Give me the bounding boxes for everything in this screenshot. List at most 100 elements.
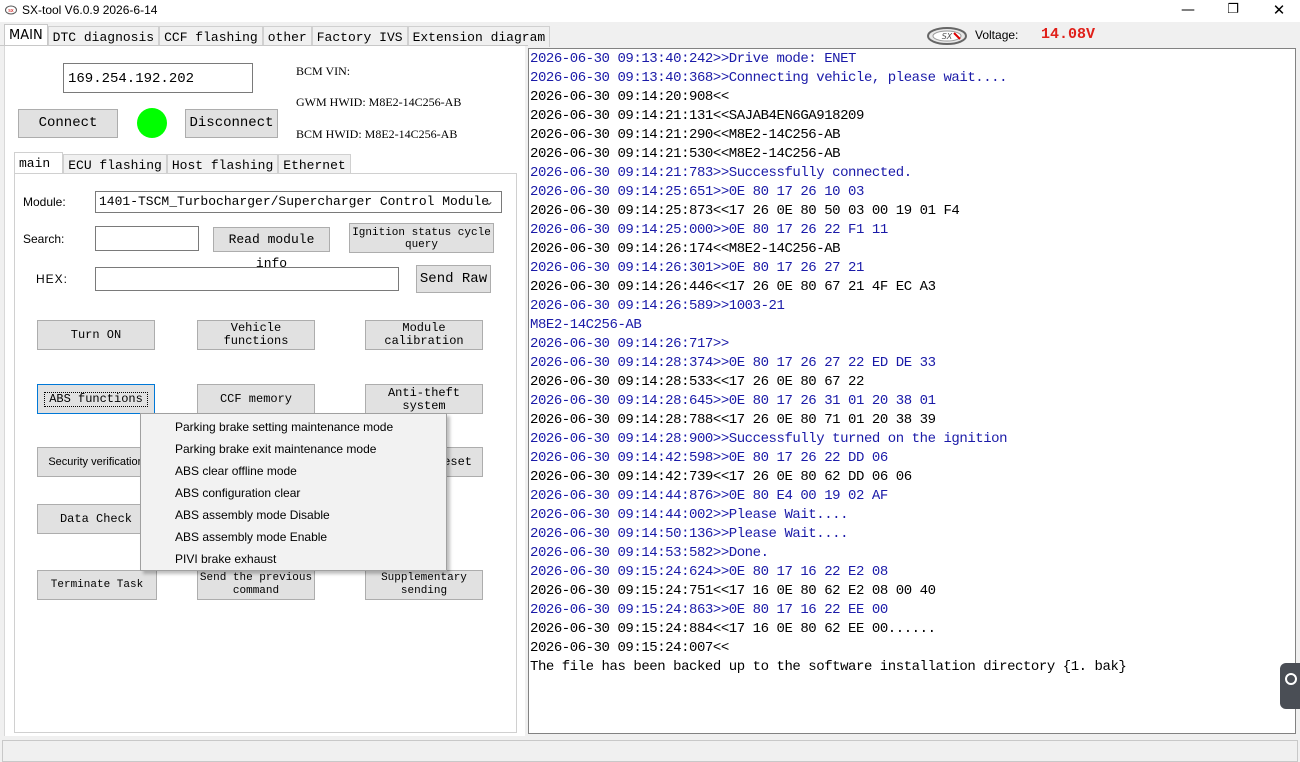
main-tab-strip: MAIN DTC diagnosis CCF flashing other Fa… (4, 24, 551, 47)
log-line: 2026-06-30 09:14:25:000>>0E 80 17 26 22 … (530, 222, 888, 238)
abs-functions-button[interactable]: ABS functions (37, 384, 155, 414)
chevron-down-icon[interactable]: ⌄ (484, 194, 494, 208)
log-line: 2026-06-30 09:14:50:136>>Please Wait.... (530, 526, 849, 542)
send-raw-button[interactable]: Send Raw (416, 265, 491, 293)
connection-status-indicator (137, 108, 167, 138)
log-line: 2026-06-30 09:15:24:624>>0E 80 17 16 22 … (530, 564, 888, 580)
log-line: 2026-06-30 09:14:21:530<<M8E2-14C256-AB (530, 146, 841, 162)
anti-theft-system-button[interactable]: Anti-theft system (365, 384, 483, 414)
log-line: 2026-06-30 09:14:26:589>>1003-21 (530, 298, 785, 314)
tab-extension-diagram[interactable]: Extension diagram (407, 26, 551, 47)
log-line: 2026-06-30 09:14:42:739<<17 26 0E 80 62 … (530, 469, 912, 485)
brand-logo: SX (927, 27, 967, 45)
inner-tab-ecu-flashing[interactable]: ECU flashing (63, 154, 167, 175)
turn-on-button[interactable]: Turn ON (37, 320, 155, 350)
module-calibration-button[interactable]: Module calibration (365, 320, 483, 350)
close-button[interactable]: ✕ (1256, 0, 1300, 22)
log-line: 2026-06-30 09:15:24:863>>0E 80 17 16 22 … (530, 602, 888, 618)
menu-item-abs-clear-offline[interactable]: ABS clear offline mode (141, 460, 446, 482)
log-line: 2026-06-30 09:15:24:884<<17 16 0E 80 62 … (530, 621, 936, 637)
menu-item-abs-assembly-disable[interactable]: ABS assembly mode Disable (141, 504, 446, 526)
window-title: SX-tool V6.0.9 2026-6-14 (22, 3, 158, 17)
close-icon: ✕ (1272, 1, 1286, 19)
menu-item-abs-assembly-enable[interactable]: ABS assembly mode Enable (141, 526, 446, 548)
log-line: 2026-06-30 09:14:25:873<<17 26 0E 80 50 … (530, 203, 960, 219)
disconnect-button[interactable]: Disconnect (185, 109, 278, 138)
search-input[interactable] (95, 226, 199, 251)
log-line: 2026-06-30 09:14:20:908<< (530, 89, 729, 105)
maximize-icon: ❐ (1227, 2, 1239, 17)
minimize-button[interactable]: — (1165, 0, 1211, 22)
search-label: Search: (23, 232, 65, 246)
ccf-memory-button[interactable]: CCF memory (197, 384, 315, 414)
inner-tab-host-flashing[interactable]: Host flashing (166, 154, 279, 175)
side-panel-handle[interactable] (1280, 663, 1300, 709)
log-line: 2026-06-30 09:14:21:131<<SAJAB4EN6GA9182… (530, 108, 864, 124)
tab-dtc-diagnosis[interactable]: DTC diagnosis (47, 26, 160, 47)
ignition-status-query-button[interactable]: Ignition status cycle query (349, 223, 494, 253)
inner-tab-main[interactable]: main (14, 152, 64, 175)
menu-item-abs-config-clear[interactable]: ABS configuration clear (141, 482, 446, 504)
log-line: 2026-06-30 09:14:26:174<<M8E2-14C256-AB (530, 241, 841, 257)
log-list: 2026-06-30 09:13:40:242>>Drive mode: ENE… (530, 50, 1127, 677)
log-line: 2026-06-30 09:13:40:242>>Drive mode: ENE… (530, 51, 857, 67)
security-verification-button[interactable]: Security verification (37, 447, 155, 477)
log-line: 2026-06-30 09:14:44:002>>Please Wait.... (530, 507, 849, 523)
voltage-label: Voltage: (975, 28, 1019, 42)
terminate-task-button[interactable]: Terminate Task (37, 570, 157, 600)
connect-button[interactable]: Connect (18, 109, 118, 138)
log-line: 2026-06-30 09:14:28:788<<17 26 0E 80 71 … (530, 412, 936, 428)
expand-icon (1285, 673, 1297, 685)
title-bar: sx SX-tool V6.0.9 2026-6-14 — ❐ ✕ (0, 0, 1300, 22)
read-module-info-button[interactable]: Read module info (213, 227, 330, 271)
tab-ccf-flashing[interactable]: CCF flashing (159, 26, 263, 47)
tab-other[interactable]: other (262, 26, 312, 47)
svg-text:sx: sx (8, 8, 14, 14)
module-select[interactable]: 1401-TSCM_Turbocharger/Supercharger Cont… (95, 191, 502, 213)
menu-item-pivi-brake-exhaust[interactable]: PIVI brake exhaust (141, 548, 446, 570)
bcm-vin-label: BCM VIN: (296, 64, 351, 78)
inner-tab-strip: main ECU flashing Host flashing Ethernet (14, 152, 351, 175)
data-check-button[interactable]: Data Check (37, 504, 155, 534)
voltage-value: 14.08V (1041, 26, 1096, 43)
log-line: 2026-06-30 09:14:53:582>>Done. (530, 545, 769, 561)
tab-main[interactable]: MAIN (4, 24, 48, 47)
tab-factory-ivs[interactable]: Factory IVS (311, 26, 408, 47)
log-line: 2026-06-30 09:15:24:007<< (530, 640, 729, 656)
log-line: 2026-06-30 09:14:28:533<<17 26 0E 80 67 … (530, 374, 864, 390)
maximize-button[interactable]: ❐ (1210, 0, 1256, 22)
status-bar (2, 740, 1298, 762)
app-logo-icon: sx (5, 5, 17, 15)
log-line: 2026-06-30 09:15:24:751<<17 16 0E 80 62 … (530, 583, 936, 599)
log-line: 2026-06-30 09:14:26:301>>0E 80 17 26 27 … (530, 260, 864, 276)
log-line: 2026-06-30 09:13:40:368>>Connecting vehi… (530, 70, 1008, 86)
supplementary-sending-button[interactable]: Supplementary sending (365, 570, 483, 600)
log-line: 2026-06-30 09:14:25:651>>0E 80 17 26 10 … (530, 184, 864, 200)
bcm-hwid-label: BCM HWID: M8E2-14C256-AB (296, 127, 458, 141)
log-line: M8E2-14C256-AB (530, 317, 642, 333)
menu-item-parking-brake-setting[interactable]: Parking brake setting maintenance mode (141, 416, 446, 438)
log-line: 2026-06-30 09:14:21:290<<M8E2-14C256-AB (530, 127, 841, 143)
inner-tab-ethernet[interactable]: Ethernet (278, 154, 351, 175)
abs-functions-label: ABS functions (44, 391, 148, 407)
minimize-icon: — (1181, 2, 1195, 18)
log-line: 2026-06-30 09:14:28:900>>Successfully tu… (530, 431, 1008, 447)
hex-label: HEX: (36, 272, 69, 286)
log-line: 2026-06-30 09:14:28:374>>0E 80 17 26 27 … (530, 355, 936, 371)
log-line: 2026-06-30 09:14:26:717>> (530, 336, 729, 352)
log-line: 2026-06-30 09:14:44:876>>0E 80 E4 00 19 … (530, 488, 888, 504)
gwm-hwid-label: GWM HWID: M8E2-14C256-AB (296, 95, 462, 109)
log-line: 2026-06-30 09:14:26:446<<17 26 0E 80 67 … (530, 279, 936, 295)
svg-text:SX: SX (942, 32, 953, 41)
abs-functions-menu: Parking brake setting maintenance mode P… (140, 413, 447, 571)
log-line: 2026-06-30 09:14:42:598>>0E 80 17 26 22 … (530, 450, 888, 466)
hex-input[interactable] (95, 267, 399, 291)
log-line: 2026-06-30 09:14:21:783>>Successfully co… (530, 165, 912, 181)
log-line: The file has been backed up to the softw… (530, 659, 1127, 675)
log-line: 2026-06-30 09:14:28:645>>0E 80 17 26 31 … (530, 393, 936, 409)
log-output[interactable]: 2026-06-30 09:13:40:242>>Drive mode: ENE… (528, 48, 1296, 734)
ip-address-input[interactable]: 169.254.192.202 (63, 63, 253, 93)
vehicle-functions-button[interactable]: Vehicle functions (197, 320, 315, 350)
menu-item-parking-brake-exit[interactable]: Parking brake exit maintenance mode (141, 438, 446, 460)
send-previous-command-button[interactable]: Send the previous command (197, 570, 315, 600)
